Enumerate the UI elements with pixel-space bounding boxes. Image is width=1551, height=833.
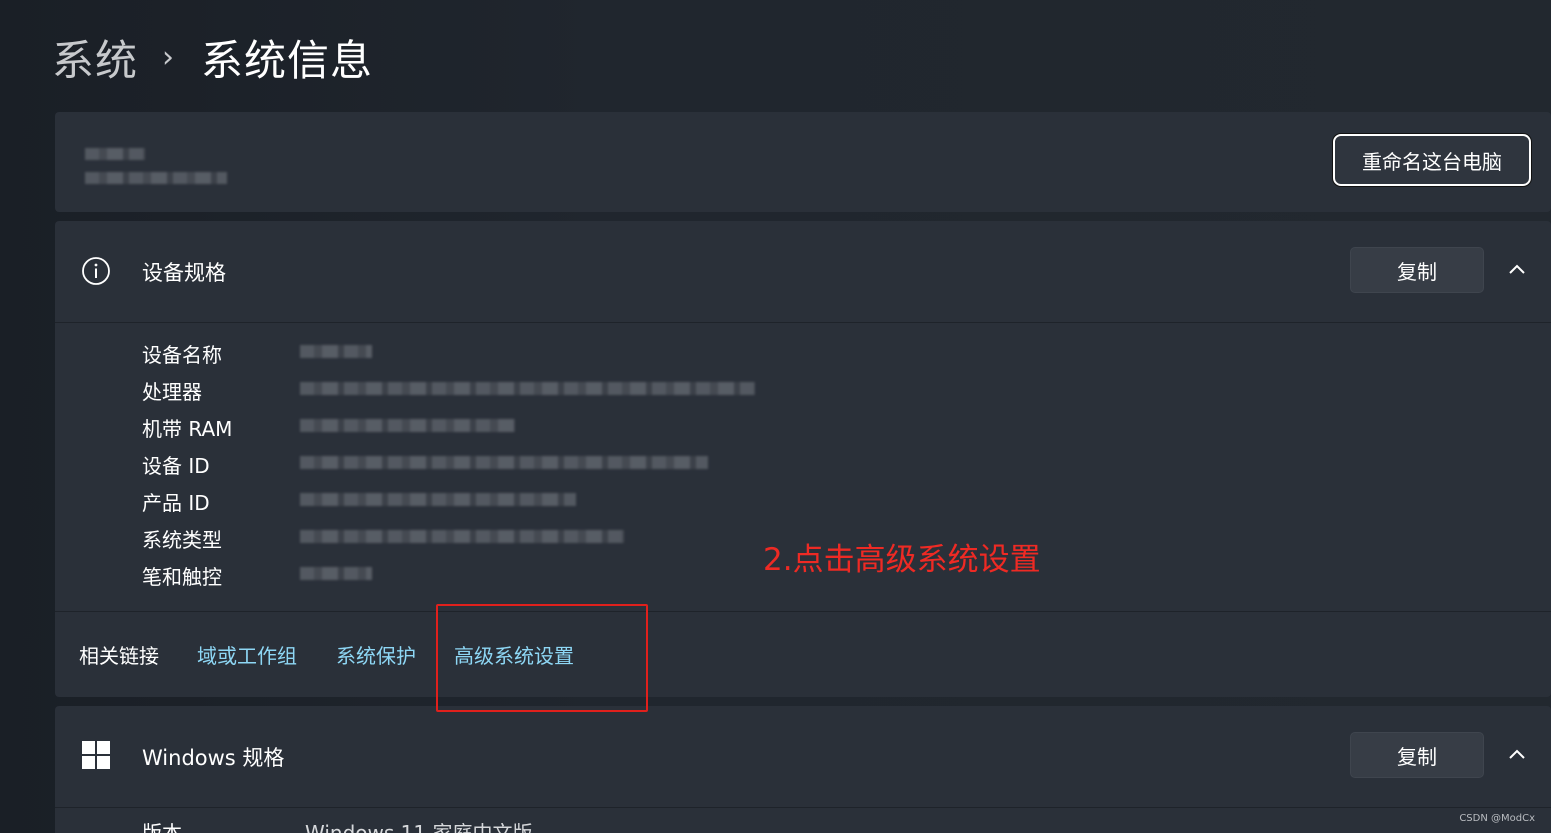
spec-value-redacted <box>300 345 372 358</box>
chevron-up-icon[interactable] <box>1505 257 1529 281</box>
copy-device-specs-button[interactable]: 复制 <box>1350 247 1484 293</box>
spec-label: 处理器 <box>142 380 202 404</box>
annotation-text: 2.点击高级系统设置 <box>763 542 1041 578</box>
spec-row-product-id: 产品 ID <box>142 483 232 520</box>
spec-row-pen-touch: 笔和触控 <box>142 557 232 594</box>
breadcrumb: 系统 › 系统信息 <box>52 22 373 92</box>
annotation-highlight-box <box>436 604 648 712</box>
spec-value-redacted <box>300 530 624 543</box>
rename-pc-button[interactable]: 重命名这台电脑 <box>1333 134 1531 186</box>
pc-model-redacted <box>85 172 227 184</box>
spec-label: 系统类型 <box>142 528 222 552</box>
related-links: 相关链接 域或工作组 系统保护 高级系统设置 <box>55 611 1551 698</box>
spec-label: 设备名称 <box>142 343 222 367</box>
watermark: CSDN @ModCx <box>1459 813 1535 824</box>
spec-label: 笔和触控 <box>142 565 222 589</box>
link-system-protection[interactable]: 系统保护 <box>336 640 416 669</box>
spec-label-edition: 版本 <box>142 822 182 833</box>
device-specs-title: 设备规格 <box>142 261 226 285</box>
info-icon <box>82 257 110 285</box>
spec-row-device-name: 设备名称 <box>142 335 232 372</box>
windows-logo-icon <box>82 741 110 769</box>
spec-row-ram: 机带 RAM <box>142 409 232 446</box>
spec-row-device-id: 设备 ID <box>142 446 232 483</box>
windows-specs-title: Windows 规格 <box>142 746 285 770</box>
spec-label: 机带 RAM <box>142 417 233 441</box>
windows-specs-header[interactable]: Windows 规格 复制 <box>55 706 1551 808</box>
pc-name-redacted <box>85 148 145 160</box>
spec-row-processor: 处理器 <box>142 372 232 409</box>
related-links-label: 相关链接 <box>79 644 159 668</box>
chevron-right-icon: › <box>162 39 176 75</box>
spec-value-edition: Windows 11 家庭中文版 <box>305 822 532 833</box>
page-title: 系统信息 <box>201 35 374 85</box>
spec-value-redacted <box>300 493 576 506</box>
spec-value-redacted <box>300 419 515 432</box>
device-spec-list: 设备名称 处理器 机带 RAM 设备 ID 产品 ID 系统类型 笔和触控 <box>142 335 232 594</box>
breadcrumb-system[interactable]: 系统 <box>52 27 138 88</box>
spec-value-redacted <box>300 456 708 469</box>
windows-specs-card: Windows 规格 复制 版本 Windows 11 家庭中文版 <box>55 706 1551 833</box>
link-domain-workgroup[interactable]: 域或工作组 <box>197 640 297 669</box>
copy-windows-specs-button[interactable]: 复制 <box>1350 732 1484 778</box>
spec-label: 产品 ID <box>142 491 210 515</box>
pc-name-card: 重命名这台电脑 <box>55 112 1551 212</box>
spec-value-redacted <box>300 567 372 580</box>
device-specs-card: 设备规格 复制 设备名称 处理器 机带 RAM 设备 ID 产品 ID 系统类型… <box>55 221 1551 697</box>
settings-window: 系统 › 系统信息 重命名这台电脑 设备规格 复制 设备名称 处理器 机带 RA… <box>0 0 1551 833</box>
chevron-up-icon[interactable] <box>1505 742 1529 766</box>
spec-value-redacted <box>300 382 755 395</box>
spec-label: 设备 ID <box>142 454 210 478</box>
spec-row-system-type: 系统类型 <box>142 520 232 557</box>
device-specs-header[interactable]: 设备规格 复制 <box>55 221 1551 323</box>
